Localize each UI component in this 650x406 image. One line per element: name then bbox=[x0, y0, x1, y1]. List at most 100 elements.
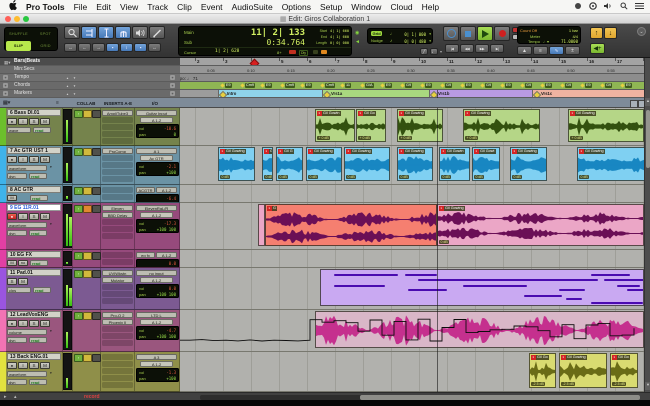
insert-slot-empty[interactable] bbox=[102, 233, 133, 239]
mini-view-chip[interactable]: no bbox=[18, 260, 28, 266]
input-monitor-button[interactable]: I bbox=[18, 156, 28, 163]
end-value[interactable]: 4| 1| 660 bbox=[330, 35, 349, 39]
secondary-view-selector[interactable]: dyn bbox=[7, 337, 27, 343]
insert-slot-empty[interactable] bbox=[102, 291, 133, 297]
edit-mode-slip[interactable]: SLIP bbox=[6, 41, 31, 51]
track-lane[interactable] bbox=[180, 268, 644, 310]
midi-note[interactable] bbox=[405, 274, 437, 276]
clip[interactable] bbox=[315, 311, 644, 348]
clip[interactable]: 1Gil Gowin+ 0 dB bbox=[315, 109, 355, 142]
midi-zoom[interactable]: ↕ bbox=[120, 43, 133, 52]
output-selector[interactable]: A 1-2 bbox=[140, 319, 173, 325]
input-selector[interactable]: eg fx bbox=[136, 252, 155, 258]
zoomer-tool[interactable] bbox=[64, 26, 80, 39]
insert-slot-empty[interactable] bbox=[102, 131, 133, 137]
collab-chip[interactable] bbox=[92, 148, 101, 156]
insert-slot[interactable]: UVIWkstn bbox=[102, 270, 133, 276]
clip-gain-label[interactable]: -2.5 dB bbox=[531, 382, 545, 387]
menu-item-window[interactable]: Window bbox=[351, 2, 381, 12]
time-machine-icon[interactable] bbox=[589, 2, 597, 12]
mute-button[interactable]: M bbox=[40, 213, 50, 220]
input-monitor-button[interactable]: I bbox=[18, 118, 28, 125]
clip[interactable]: 1Gil Gowing+ 0 dB bbox=[397, 109, 443, 142]
menu-item-help[interactable]: Help bbox=[422, 2, 439, 12]
midi-note[interactable] bbox=[591, 274, 630, 276]
clip-gain-label[interactable]: + 0 dB bbox=[570, 136, 583, 141]
insert-slot[interactable]: AmpliTube3 bbox=[102, 110, 133, 116]
solo-button[interactable]: S bbox=[29, 362, 39, 369]
marker-segment-intro[interactable]: Intro bbox=[218, 90, 322, 98]
track-lane[interactable]: 1Gil Gowin+ 0 dB1Gil Go+ 0 dB1Gil Gowing… bbox=[180, 108, 644, 146]
scroll-up-icon[interactable]: ▲ bbox=[645, 98, 650, 106]
clip-gain-label[interactable]: 0 dB bbox=[308, 175, 318, 180]
output-selector[interactable]: A 1-2 bbox=[140, 277, 173, 283]
menu-item-clip[interactable]: Clip bbox=[177, 2, 192, 12]
rewind-button[interactable]: ◀◀ bbox=[460, 44, 474, 53]
clip-gain-label[interactable]: + 0 dB bbox=[358, 136, 371, 141]
horizontal-scrollbar[interactable] bbox=[200, 395, 640, 400]
midi-note[interactable] bbox=[524, 295, 563, 297]
add-event-plus-icon[interactable]: + bbox=[170, 83, 175, 88]
clip-gain-label[interactable]: + 0 dB bbox=[399, 136, 412, 141]
insert-slot-empty[interactable] bbox=[102, 340, 133, 346]
event-up-icon[interactable]: ▲ bbox=[66, 75, 69, 82]
chord-chip[interactable]: E9 bbox=[585, 83, 592, 88]
audio-zoom[interactable]: ▪ bbox=[106, 43, 119, 52]
spotlight-icon[interactable] bbox=[620, 2, 628, 12]
insert-slot-empty[interactable] bbox=[102, 284, 133, 290]
chord-chip[interactable]: E9 bbox=[465, 83, 472, 88]
horizontal-scrollbar-thumb[interactable] bbox=[360, 395, 640, 400]
insert-slot-empty[interactable] bbox=[102, 259, 133, 265]
track-name[interactable]: 12 LeadVoxENG bbox=[7, 311, 61, 318]
chord-chip[interactable]: E9 bbox=[625, 83, 632, 88]
collab-chip[interactable] bbox=[83, 148, 92, 156]
edit-mode-grid[interactable]: GRID bbox=[33, 41, 58, 51]
vol-value[interactable]: -2.1 bbox=[166, 164, 176, 169]
track-name[interactable]: 13 Back ENG.01 bbox=[7, 353, 61, 360]
zoom-toggle[interactable]: ↔ bbox=[64, 43, 77, 52]
grabber-tool[interactable] bbox=[115, 26, 131, 39]
track-view-selector[interactable]: wave bbox=[7, 127, 31, 133]
track-view-selector[interactable]: waveform bbox=[7, 222, 47, 228]
collab-chip[interactable]: ↑ bbox=[74, 270, 83, 278]
toolbar-options-icon[interactable]: ⌄ bbox=[637, 27, 646, 36]
note-dropdown-icon[interactable]: ▾ bbox=[440, 49, 442, 54]
nudge-value[interactable]: 0| 0| 480 bbox=[404, 39, 426, 44]
input-monitor-button[interactable]: I bbox=[18, 362, 28, 369]
pencil-mode-button[interactable]: ╱ bbox=[420, 48, 428, 55]
marker-tag-icon[interactable] bbox=[533, 90, 541, 98]
clip[interactable]: 1Gil Gowin0 dB bbox=[439, 147, 470, 181]
collab-chip[interactable] bbox=[83, 252, 92, 260]
nudge-dropdown-icon[interactable]: ▾ bbox=[429, 39, 431, 43]
view-dropdown-icon[interactable]: ▾ bbox=[50, 371, 52, 375]
clip-gain-label[interactable]: + 0 dB bbox=[317, 136, 330, 141]
clip[interactable]: 1Gil Gowing0 dB bbox=[344, 147, 390, 181]
tempo-value[interactable]: 71.0000 bbox=[561, 39, 578, 44]
chord-chip[interactable]: G9 bbox=[405, 83, 412, 88]
ruler-label-chords[interactable]: Chords+▲▼+ bbox=[0, 82, 180, 90]
clip-gain-label[interactable]: 0 dB bbox=[579, 175, 589, 180]
insert-slot-empty[interactable] bbox=[102, 117, 133, 123]
output-selector[interactable]: A 1-2 bbox=[140, 117, 173, 123]
add-event-plus-icon[interactable]: + bbox=[170, 75, 175, 80]
collab-chip[interactable] bbox=[83, 354, 92, 362]
insert-slot[interactable]: Phoenix II bbox=[102, 319, 133, 325]
output-selector[interactable]: A 1-2 bbox=[140, 361, 173, 367]
view-dropdown-icon[interactable]: ▾ bbox=[50, 329, 52, 333]
mute-button[interactable]: M bbox=[18, 278, 28, 285]
clip[interactable]: 1Gil Go-2.5 dB bbox=[610, 353, 638, 388]
track-name[interactable]: 8 AC GTR bbox=[7, 186, 61, 193]
marker-tag-icon[interactable] bbox=[323, 90, 331, 98]
clip-gain-label[interactable]: 0 dB bbox=[399, 175, 409, 180]
play-button[interactable] bbox=[477, 26, 493, 41]
input-selector[interactable]: LTD L bbox=[136, 312, 177, 318]
automation-mode-selector[interactable]: read bbox=[29, 173, 47, 179]
horizontal-zoom-in[interactable]: → bbox=[92, 43, 105, 52]
chord-chip[interactable]: Cm9 bbox=[285, 83, 295, 88]
minsec-ruler[interactable]: 0:050:100:150:200:250:300:350:400:450:50… bbox=[180, 66, 644, 74]
clip-gain-label[interactable]: -2.5 dB bbox=[612, 382, 626, 387]
event-down-icon[interactable]: ▼ bbox=[73, 75, 76, 82]
midi-note[interactable] bbox=[604, 279, 644, 281]
view-dropdown-icon[interactable]: ▾ bbox=[50, 222, 52, 226]
tempo-event[interactable]: ual Tempo: ♩ 71 bbox=[180, 76, 198, 81]
